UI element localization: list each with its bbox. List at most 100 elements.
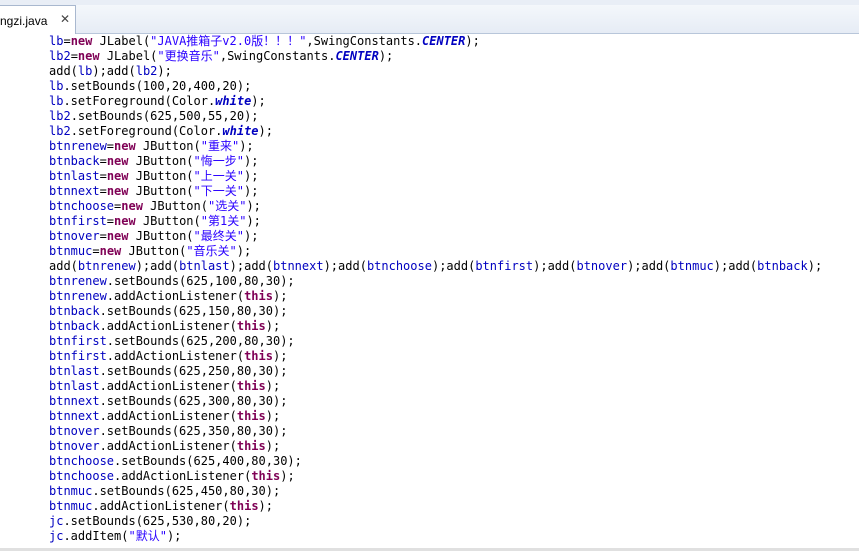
code-line[interactable]: btnover=new JButton("最终关"); [49,229,258,244]
code-line[interactable]: lb2=new JLabel("更换音乐",SwingConstants.CEN… [49,49,393,64]
code-token: new [99,244,122,258]
code-line[interactable]: btnnext.addActionListener(this); [49,409,280,424]
code-line[interactable]: btnfirst.setBounds(625,200,80,30); [49,334,295,349]
code-token: "最终关" [193,229,244,243]
code-token: ); [280,469,295,483]
code-token: ); [246,214,261,228]
code-line[interactable]: btnmuc.setBounds(625,450,80,30); [49,484,280,499]
code-line[interactable]: lb2.setForeground(Color.white); [49,124,273,139]
code-line[interactable]: btnmuc.addActionListener(this); [49,499,273,514]
code-line[interactable]: btnfirst.addActionListener(this); [49,349,287,364]
code-token: btnrenew [49,289,107,303]
code-token: lb [49,79,64,93]
code-token: "下一关" [193,184,244,198]
code-line[interactable]: lb.setForeground(Color.white); [49,94,266,109]
code-line[interactable]: btnchoose.addActionListener(this); [49,469,295,484]
code-line[interactable]: btnlast=new JButton("上一关"); [49,169,258,184]
code-token: .addActionListener( [99,319,237,333]
code-token: ); [166,529,182,543]
code-token: this [244,289,273,303]
code-token: this [236,409,266,423]
code-line[interactable]: btnrenew.setBounds(625,100,80,30); [49,274,295,289]
code-token: );add( [323,259,367,273]
code-token: .setBounds(625,450,80,30); [92,484,281,498]
code-token: ); [807,259,823,273]
code-token: JButton( [128,229,194,243]
code-token: btnfirst [49,214,107,228]
code-token: .addActionListener( [114,469,252,483]
code-token: btnfirst [49,334,107,348]
code-line[interactable]: btnchoose=new JButton("选关"); [49,199,261,214]
code-line[interactable]: btnover.setBounds(625,350,80,30); [49,424,287,439]
code-token: JLabel( [99,49,158,63]
code-line[interactable]: btnrenew.addActionListener(this); [49,289,287,304]
code-token: .setForeground(Color. [63,94,216,108]
code-token: jc [49,514,64,528]
code-token: JButton( [135,139,201,153]
code-line[interactable]: lb.setBounds(100,20,400,20); [49,79,251,94]
code-token: = [99,154,107,168]
code-line[interactable]: btnnext.setBounds(625,300,80,30); [49,394,287,409]
code-line[interactable]: btnmuc=new JButton("音乐关"); [49,244,251,259]
code-token: btnnext [49,409,100,423]
code-line[interactable]: btnnext=new JButton("下一关"); [49,184,258,199]
code-token: btnback [49,319,100,333]
code-token: ); [246,199,261,213]
editor-tab-strip [0,5,859,34]
code-token: = [99,169,107,183]
code-token: .setForeground(Color. [70,124,223,138]
code-token: .setBounds(625,300,80,30); [99,394,288,408]
code-token: btnback [49,304,100,318]
code-token: btnlast [179,259,230,273]
code-token: btnmuc [49,484,93,498]
close-icon[interactable]: ✕ [60,12,70,26]
code-token: lb2 [135,64,158,78]
code-token: btnlast [49,364,100,378]
code-token: new [114,139,136,153]
code-line[interactable]: btnchoose.setBounds(625,400,80,30); [49,454,302,469]
code-token: new [70,34,93,48]
code-token: this [236,319,266,333]
code-token: .setBounds(625,200,80,30); [106,334,295,348]
code-token: CENTER [422,34,466,48]
code-line[interactable]: lb=new JLabel("JAVA推箱子v2.0版！！！",SwingCon… [49,34,480,49]
code-editor[interactable]: lb=new JLabel("JAVA推箱子v2.0版！！！",SwingCon… [0,34,859,551]
code-line[interactable]: btnover.addActionListener(this); [49,439,280,454]
code-token: new [106,169,129,183]
code-token: ); [258,499,273,513]
code-token: white [222,124,259,138]
code-line[interactable]: add(lb);add(lb2); [49,64,172,79]
code-token: btnmuc [670,259,714,273]
code-line[interactable]: btnback.setBounds(625,150,80,30); [49,304,287,319]
code-line[interactable]: add(btnrenew);add(btnlast);add(btnnext);… [49,259,822,274]
code-line[interactable]: btnback=new JButton("悔一步"); [49,154,258,169]
code-token: .addActionListener( [99,379,237,393]
code-token: = [99,184,107,198]
code-token: ); [378,49,394,63]
code-token: this [244,349,273,363]
code-token: btnback [757,259,808,273]
code-line[interactable]: lb2.setBounds(625,500,55,20); [49,109,259,124]
code-token: "第1关" [200,214,247,228]
code-line[interactable]: btnlast.addActionListener(this); [49,379,280,394]
code-token: JButton( [128,184,194,198]
code-token: lb [77,64,93,78]
code-token: "重来" [200,139,240,153]
code-token: ); [265,379,281,393]
code-line[interactable]: btnback.addActionListener(this); [49,319,280,334]
tab-title[interactable]: ngzi.java [0,14,47,28]
code-line[interactable]: jc.setBounds(625,530,80,20); [49,514,251,529]
code-token: ,SwingConstants. [306,34,423,48]
code-line[interactable]: btnfirst=new JButton("第1关"); [49,214,261,229]
code-line[interactable]: btnrenew=new JButton("重来"); [49,139,254,154]
code-token: btnrenew [49,274,107,288]
code-token: ); [258,124,273,138]
editor-tab[interactable]: ngzi.java ✕ [0,5,76,34]
code-token: .addActionListener( [99,439,237,453]
code-line[interactable]: jc.addItem("默认"); [49,529,181,544]
code-token: "JAVA推箱子v2.0版！！！" [150,34,307,48]
code-line[interactable]: btnlast.setBounds(625,250,80,30); [49,364,287,379]
code-token: JButton( [128,169,194,183]
code-token: btnover [576,259,628,273]
code-token: btnover [49,229,100,243]
